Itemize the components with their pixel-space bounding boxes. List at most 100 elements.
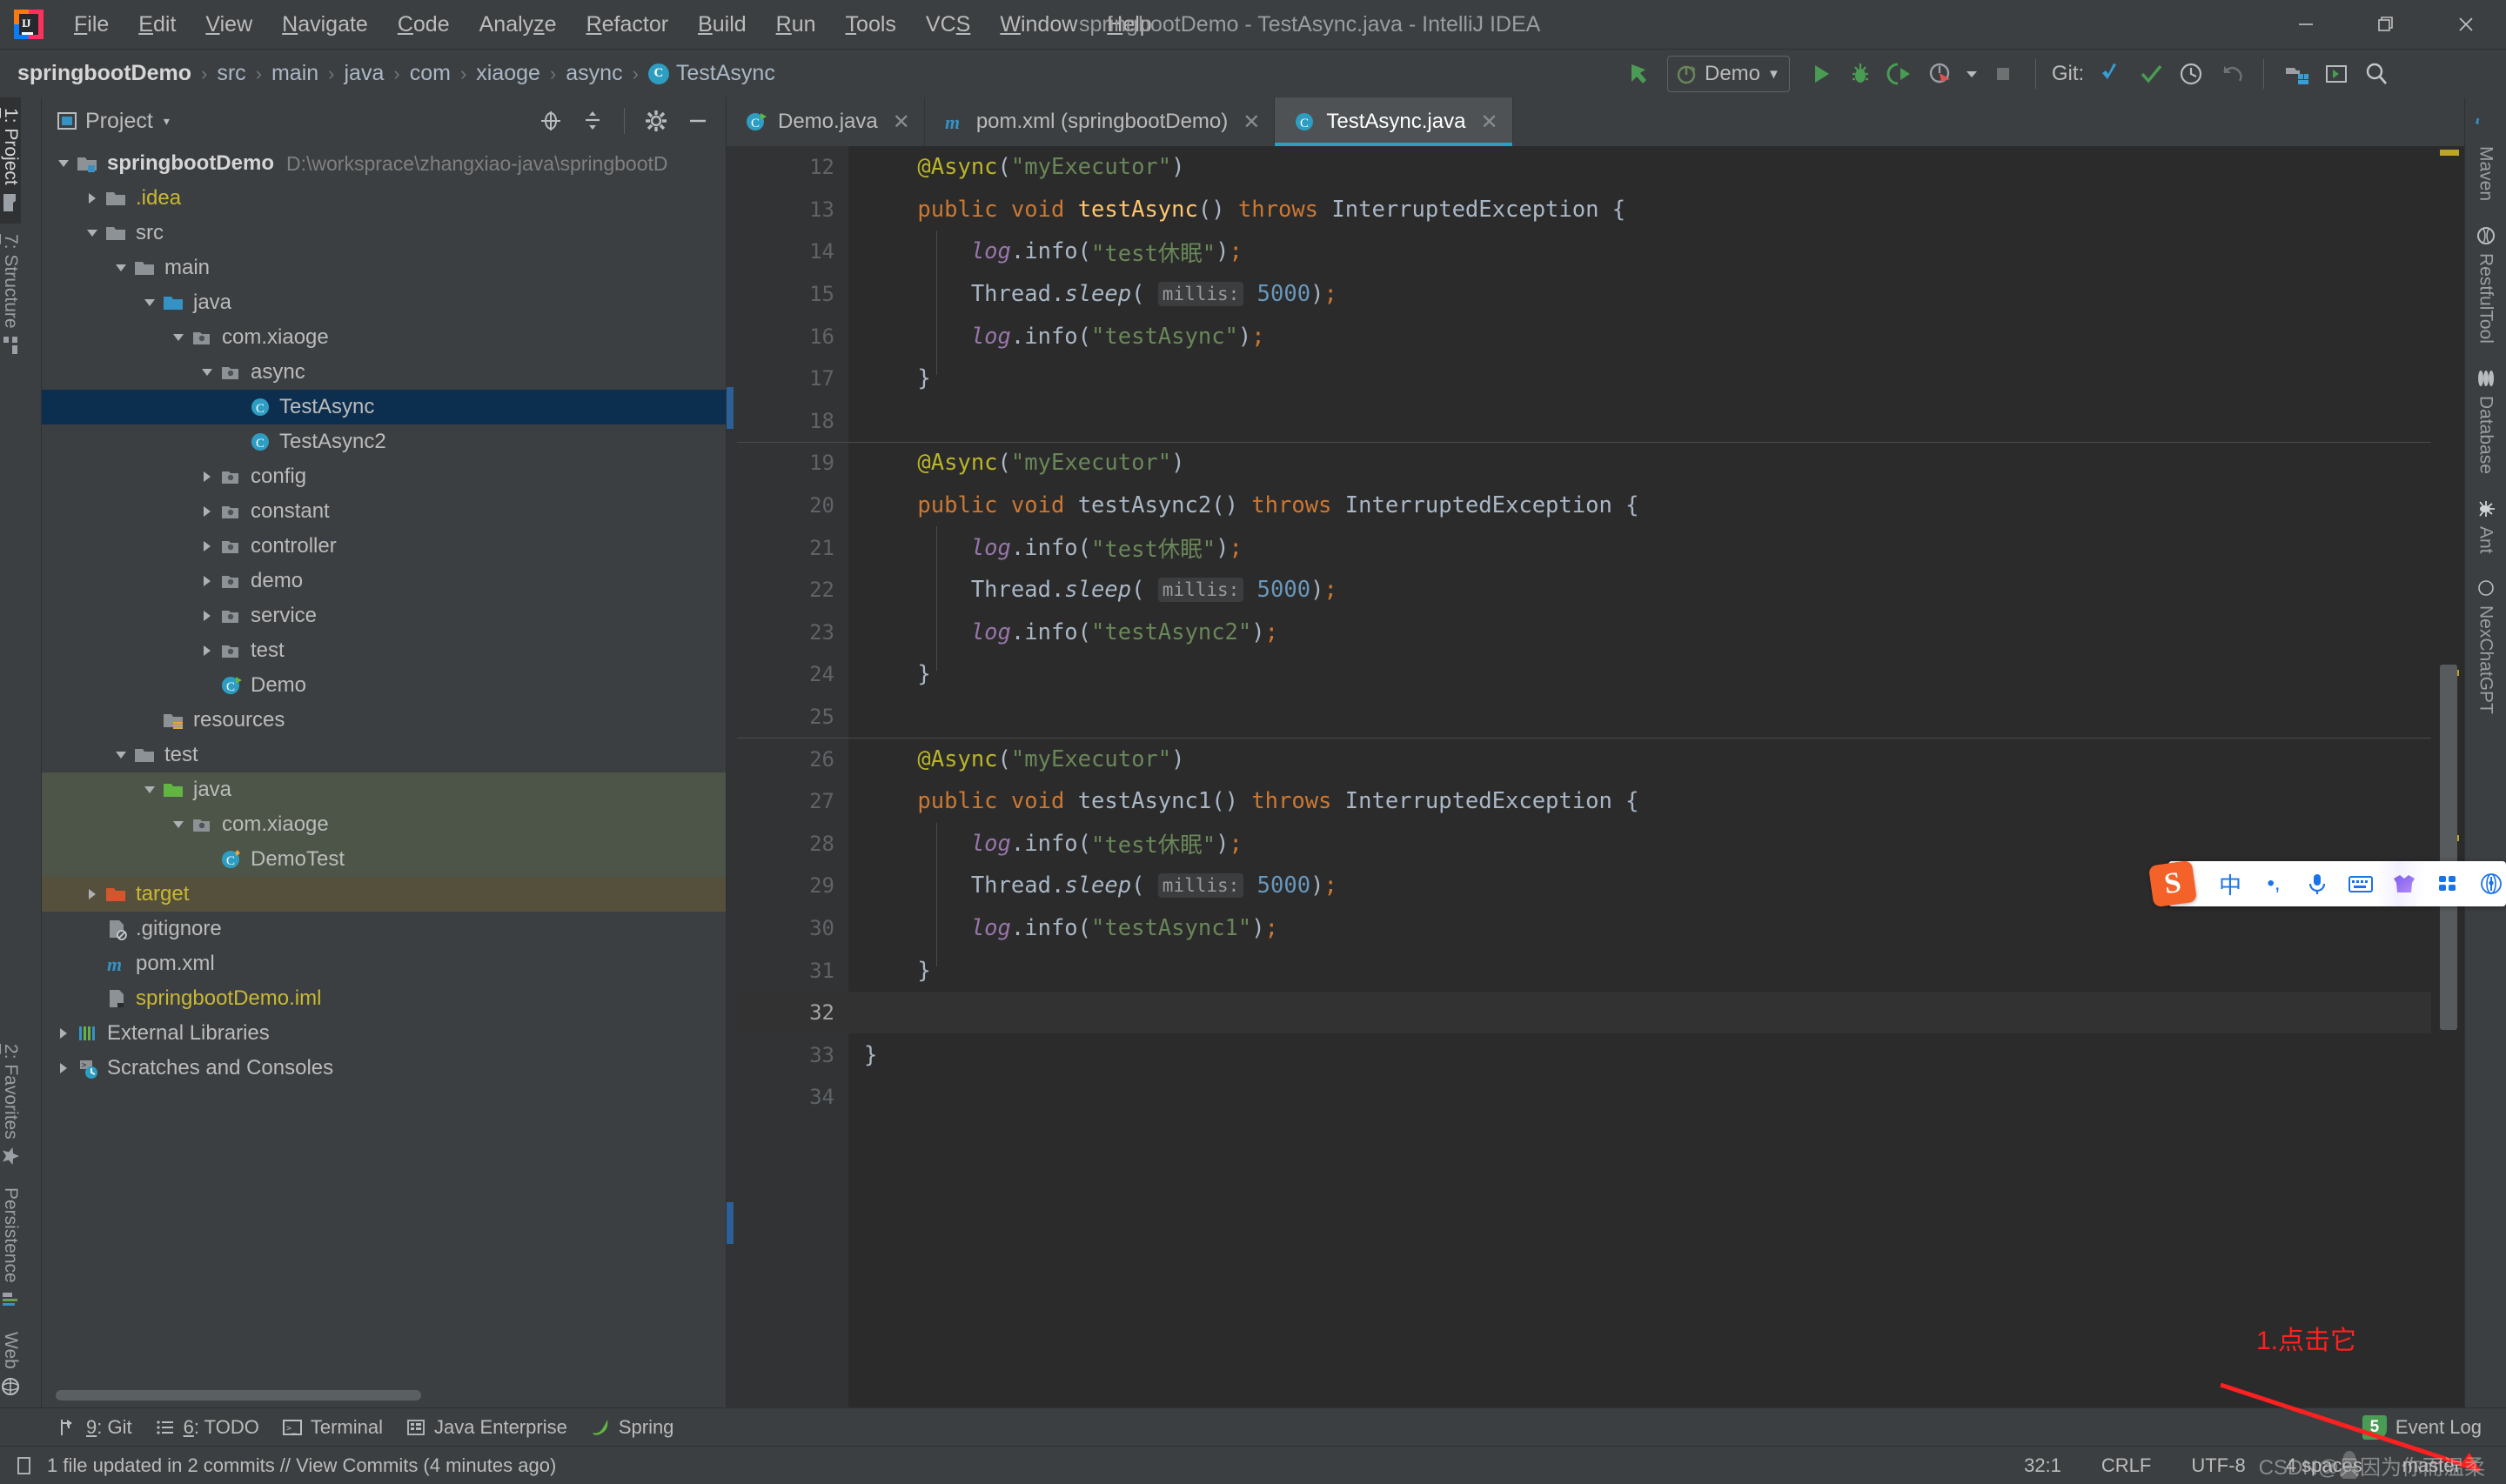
chevron-right-icon[interactable] <box>199 538 215 554</box>
tool-window-tab-ant[interactable]: Ant <box>2465 486 2506 566</box>
profiler-icon[interactable] <box>1920 54 1960 94</box>
chinese-mode-icon[interactable]: 中 <box>2210 864 2250 904</box>
gutter-line[interactable]: 26 <box>737 738 848 780</box>
tree-node-arrow[interactable] <box>167 330 190 345</box>
tree-node[interactable]: CDemo <box>42 668 726 703</box>
close-icon[interactable]: ✕ <box>893 110 910 135</box>
tree-node[interactable]: com.xiaoge <box>42 320 726 355</box>
chevron-down-icon[interactable]: ▾ <box>164 114 170 129</box>
editor-gutter[interactable]: 1213141516171819202122232425262728293031… <box>737 146 848 1407</box>
tree-node-arrow[interactable] <box>81 191 104 206</box>
chevron-right-icon[interactable] <box>84 191 100 206</box>
menu-item-file[interactable]: File <box>59 9 124 41</box>
gutter-line[interactable]: 33 <box>737 1033 848 1076</box>
minimize-button[interactable] <box>2266 0 2346 49</box>
close-icon[interactable]: ✕ <box>1243 110 1260 135</box>
gutter-line[interactable]: 32 <box>737 992 848 1034</box>
tree-node-arrow[interactable] <box>196 504 218 519</box>
chevron-down-icon[interactable] <box>199 364 215 380</box>
tree-node[interactable]: mpom.xml <box>42 946 726 981</box>
tree-node-arrow[interactable] <box>110 747 132 763</box>
chevron-down-icon[interactable] <box>171 330 186 345</box>
chevron-right-icon[interactable] <box>84 886 100 902</box>
menu-item-refactor[interactable]: Refactor <box>572 9 684 41</box>
gutter-line[interactable]: 28 <box>737 823 848 866</box>
editor-tab-pom[interactable]: mpom.xml (springbootDemo)✕ <box>925 97 1276 146</box>
chevron-down-icon[interactable] <box>142 295 157 311</box>
tool-window-button-spring[interactable]: Spring <box>585 1413 692 1442</box>
tool-window-tab-web[interactable]: Web <box>0 1321 21 1407</box>
breadcrumb-item-src[interactable]: src <box>217 61 245 86</box>
terminal-window-icon[interactable] <box>2316 54 2356 94</box>
tool-window-button-javaenterprise[interactable]: Java Enterprise <box>400 1413 585 1442</box>
menu-item-edit[interactable]: Edit <box>124 9 191 41</box>
menu-item-code[interactable]: Code <box>383 9 465 41</box>
hide-minus-icon[interactable] <box>680 104 715 138</box>
menu-item-tools[interactable]: Tools <box>831 9 911 41</box>
caret-position[interactable]: 32:1 <box>2010 1454 2075 1477</box>
sogou-settings-icon[interactable] <box>2471 864 2506 904</box>
gutter-line[interactable]: 19 <box>737 442 848 485</box>
editor-text[interactable]: @Async("myExecutor") public void testAsy… <box>848 146 2431 1407</box>
run-with-coverage-icon[interactable] <box>1880 54 1920 94</box>
run-play-icon[interactable] <box>1800 54 1840 94</box>
gear-icon[interactable] <box>639 104 673 138</box>
tool-window-button-terminal[interactable]: >_Terminal <box>277 1413 400 1442</box>
breadcrumb-item-leaf[interactable]: CTestAsync <box>648 61 775 86</box>
tree-node[interactable]: target <box>42 877 726 912</box>
gutter-line[interactable]: 25 <box>737 696 848 739</box>
gutter-line[interactable]: 13 <box>737 189 848 231</box>
rollback-undo-icon[interactable] <box>2211 54 2251 94</box>
commit-check-icon[interactable] <box>2131 54 2171 94</box>
tree-node[interactable]: controller <box>42 529 726 564</box>
stop-square-icon[interactable] <box>1983 54 2023 94</box>
breadcrumb-item-async[interactable]: async <box>566 61 622 86</box>
tree-node-arrow[interactable] <box>138 782 161 798</box>
sogou-logo-icon[interactable]: S <box>2148 860 2197 907</box>
chevron-down-icon[interactable] <box>84 225 100 241</box>
tree-node-arrow[interactable] <box>167 817 190 832</box>
punctuation-icon[interactable]: •, <box>2254 864 2294 904</box>
gutter-line[interactable]: 21 <box>737 526 848 569</box>
tree-node[interactable]: java <box>42 772 726 807</box>
gutter-line[interactable]: 18 <box>737 400 848 443</box>
tree-node[interactable]: test <box>42 633 726 668</box>
search-everywhere-icon[interactable] <box>2356 54 2396 94</box>
sogou-input-method-toolbar[interactable]: S 中 •, <box>2168 861 2506 906</box>
microphone-icon[interactable] <box>2297 864 2337 904</box>
tool-window-tab-restfultool[interactable]: RestfulTool <box>2465 213 2506 356</box>
gutter-line[interactable]: 16 <box>737 315 848 358</box>
tree-node[interactable]: CDemoTest <box>42 842 726 877</box>
chevron-right-icon[interactable] <box>199 573 215 589</box>
keyboard-icon[interactable] <box>2341 864 2381 904</box>
run-configuration-selector[interactable]: Demo ▼ <box>1667 56 1790 92</box>
tree-node[interactable]: async <box>42 355 726 390</box>
tree-node[interactable]: src <box>42 216 726 251</box>
tree-node[interactable]: test <box>42 738 726 772</box>
gutter-line[interactable]: 14 <box>737 231 848 273</box>
tree-node-arrow[interactable] <box>110 260 132 276</box>
tree-node[interactable]: demo <box>42 564 726 598</box>
chevron-down-icon[interactable] <box>56 156 71 171</box>
tool-window-button-todo[interactable]: 6: TODO <box>150 1413 277 1442</box>
gutter-line[interactable]: 15 <box>737 273 848 316</box>
tool-window-button-git[interactable]: 9: Git <box>52 1413 150 1442</box>
breadcrumb-item-com[interactable]: com <box>410 61 451 86</box>
tree-node[interactable]: springbootDemo.iml <box>42 981 726 1016</box>
tree-node[interactable]: .gitignore <box>42 912 726 946</box>
breadcrumb-item-java[interactable]: java <box>345 61 385 86</box>
tree-node[interactable]: resources <box>42 703 726 738</box>
tree-node[interactable]: .idea <box>42 181 726 216</box>
arrow-up-left-icon[interactable] <box>1618 54 1658 94</box>
menu-item-view[interactable]: View <box>191 9 267 41</box>
editor-tab-testasync[interactable]: CTestAsync.java✕ <box>1275 97 1512 146</box>
tool-window-tab-nexchatgpt[interactable]: NexChatGPT <box>2465 565 2506 726</box>
menu-item-vcs[interactable]: VCS <box>911 9 985 41</box>
chevron-right-icon[interactable] <box>56 1026 71 1041</box>
tree-node-arrow[interactable] <box>52 156 75 171</box>
chevron-down-icon[interactable] <box>113 747 129 763</box>
tool-window-tab-structure[interactable]: 7: Structure <box>0 224 21 367</box>
editor-marker-bar[interactable] <box>2431 146 2464 1407</box>
chevron-down-icon[interactable] <box>113 260 129 276</box>
gutter-line[interactable]: 30 <box>737 907 848 950</box>
